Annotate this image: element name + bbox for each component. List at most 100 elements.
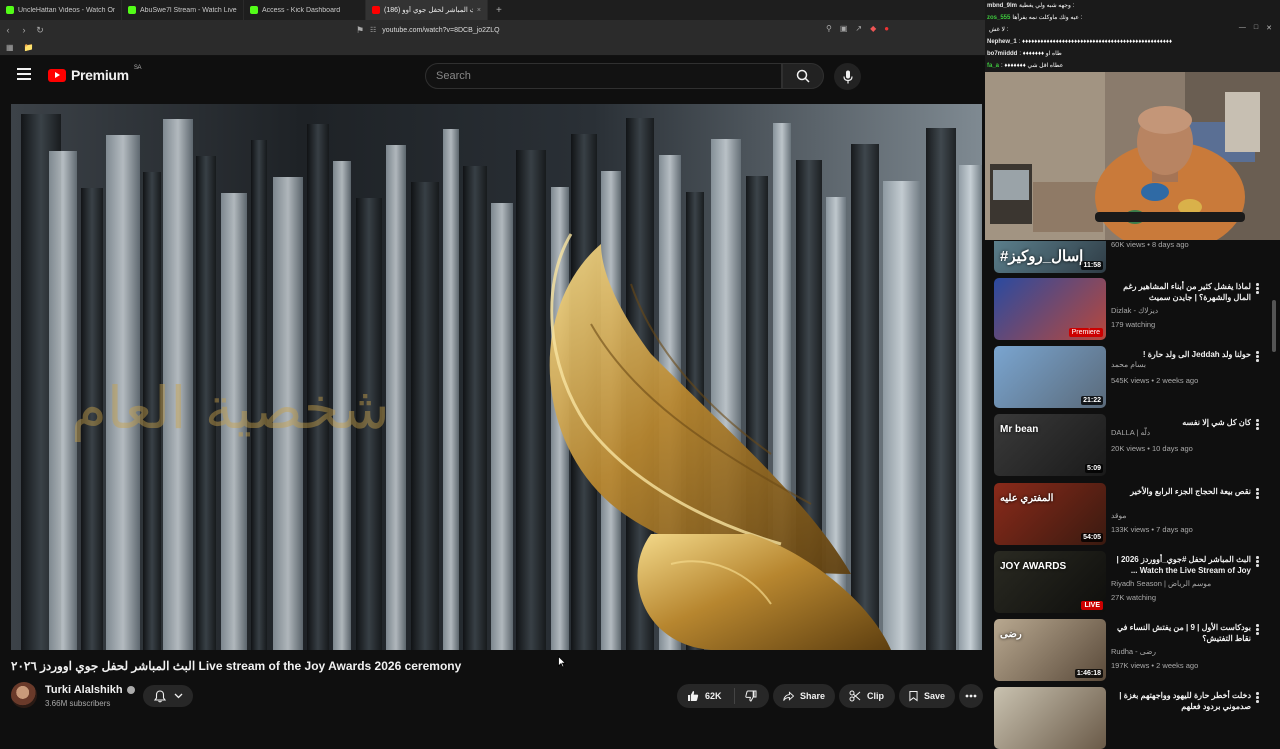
maximize-icon[interactable]: □	[1254, 24, 1258, 36]
url-text: youtube.com/watch?v=8DCB_jo2ZLQ	[382, 26, 500, 34]
youtube-play-icon	[48, 68, 66, 82]
video-thumbnail[interactable]: #إسال_روكيز 11:58	[994, 241, 1106, 273]
apps-icon[interactable]: ▦	[6, 43, 14, 52]
video-thumbnail[interactable]: رضى 1:46:18	[994, 619, 1106, 681]
site-info-icon[interactable]: ☷	[370, 26, 376, 34]
search-button[interactable]	[782, 63, 824, 89]
chat-username: mbnd_9lm	[987, 3, 1018, 9]
chat-username: Nephew_1	[987, 39, 1017, 45]
channel-link[interactable]: Dizlak - ديزلاك	[1111, 306, 1158, 315]
like-count[interactable]: 62K	[705, 691, 722, 701]
search-input[interactable]: Search	[425, 63, 782, 89]
sidebar-scrollbar[interactable]	[1272, 300, 1276, 352]
reload-icon[interactable]: ↻	[32, 25, 48, 36]
clip-button[interactable]: Clip	[839, 684, 895, 708]
browser-tab[interactable]: (186) البث المباشر لحفل جوي أوو ×	[366, 0, 488, 20]
verified-icon	[126, 686, 135, 694]
like-icon[interactable]	[687, 690, 699, 702]
close-window-icon[interactable]: ✕	[1266, 24, 1272, 36]
window-controls: — □ ✕	[1130, 24, 1280, 36]
duration-badge: 5:09	[1084, 464, 1103, 473]
channel-link[interactable]: موقد	[1111, 511, 1126, 520]
channel-link[interactable]: DALLA | دلّه	[1111, 428, 1150, 437]
video-title: البث المباشر لحفل جوي اووردز ٢٠٢٦ Live s…	[11, 659, 462, 673]
recommended-video[interactable]: المفتري عليه 54:05 نقص بيعة الحجاج الجزء ا…	[994, 483, 1272, 545]
shield-extension-icon[interactable]: ◆	[870, 24, 876, 33]
zoom-icon[interactable]: ⚲	[826, 24, 832, 33]
video-thumbnail[interactable]: JOY AWARDS LIVE	[994, 551, 1106, 613]
voice-search-button[interactable]	[834, 63, 861, 90]
duration-badge: 1:46:18	[1074, 669, 1103, 678]
channel-link[interactable]: Riyadh Season | موسم الرياض	[1111, 579, 1211, 588]
recommended-video[interactable]: JOY AWARDS LIVE البث المباشر لحفل #جوي_أوو…	[994, 551, 1272, 613]
video-options-icon[interactable]	[1256, 624, 1259, 636]
video-title-link[interactable]: كان كل شي إلا نفسه	[1111, 417, 1251, 428]
clip-label: Clip	[867, 691, 884, 701]
extension-badge-icon[interactable]: ●	[884, 24, 889, 33]
recommended-video[interactable]: 21:22 حولنا ولد Jeddah الى ولد حارة ! بسام…	[994, 346, 1272, 408]
video-title-link[interactable]: بودكاست الأول | 9 | من يفتش النساء في نق…	[1111, 622, 1251, 644]
subscriber-count: 3.66M subscribers	[45, 699, 111, 708]
browser-tab[interactable]: UncleHattan Videos - Watch On	[0, 0, 122, 20]
bookmark-icon[interactable]: ⚑	[352, 25, 368, 36]
chat-username: bo7miiddd	[987, 51, 1018, 57]
recommended-video[interactable]: رضى 1:46:18 بودكاست الأول | 9 | من يفتش ال…	[994, 619, 1272, 681]
share-page-icon[interactable]: ↗	[855, 24, 862, 33]
video-meta: 179 watching	[1111, 320, 1156, 329]
close-tab-icon[interactable]: ×	[477, 7, 481, 14]
webcam-scene	[985, 72, 1280, 240]
recommended-video[interactable]: Mr bean 5:09 كان كل شي إلا نفسه DALLA | دلّ…	[994, 414, 1272, 476]
video-options-icon[interactable]	[1256, 692, 1259, 704]
stage-pillar	[959, 165, 982, 650]
hamburger-menu-icon[interactable]	[17, 68, 31, 80]
video-title-link[interactable]: حولنا ولد Jeddah الى ولد حارة !	[1111, 349, 1251, 360]
video-options-icon[interactable]	[1256, 488, 1259, 500]
scissors-icon	[849, 690, 861, 702]
video-thumbnail[interactable]	[994, 687, 1106, 749]
dislike-icon[interactable]	[744, 690, 757, 702]
stream-chat-overlay: mbnd_9lm وجهه شبه ولي يغطية : zos_555 عيه و…	[985, 0, 1280, 72]
new-tab-button[interactable]: +	[488, 5, 510, 16]
video-thumbnail[interactable]: Mr bean 5:09	[994, 414, 1106, 476]
forward-icon[interactable]: ›	[16, 25, 32, 35]
duration-badge: 21:22	[1081, 396, 1103, 405]
video-thumbnail[interactable]: المفتري عليه 54:05	[994, 483, 1106, 545]
channel-avatar[interactable]	[11, 682, 37, 708]
channel-name[interactable]: Turki Alalshikh	[45, 684, 135, 696]
video-title-link[interactable]: نقص بيعة الحجاج الجزء الرابع والأخير	[1111, 486, 1251, 497]
channel-link[interactable]: Rudha - رضى	[1111, 647, 1156, 656]
back-icon[interactable]: ‹	[0, 25, 16, 35]
youtube-premium-logo[interactable]: Premium SA	[48, 65, 142, 83]
streamer-webcam	[985, 72, 1280, 240]
recommended-video[interactable]: #إسال_روكيز 11:58 60K views • 8 days ago	[994, 240, 1272, 273]
video-player[interactable]: شخصية العام	[11, 104, 982, 650]
cast-icon[interactable]: ▣	[840, 24, 848, 33]
more-actions-button[interactable]	[959, 684, 983, 708]
video-thumbnail[interactable]: 21:22	[994, 346, 1106, 408]
notification-bell-button[interactable]	[143, 685, 193, 707]
share-button[interactable]: Share	[773, 684, 835, 708]
recommended-video[interactable]: دخلت أخطر حارة لليهود وواجهتهم بغزة | صد…	[994, 687, 1272, 749]
video-options-icon[interactable]	[1256, 351, 1259, 363]
video-options-icon[interactable]	[1256, 283, 1259, 295]
chat-text: وجهه شبه ولي يغطية :	[1019, 3, 1075, 9]
video-thumbnail[interactable]: Premiere	[994, 278, 1106, 340]
recommended-video[interactable]: Premiere لماذا يفشل كثير من أبناء المشاهي…	[994, 278, 1272, 340]
browser-tab-label: (186) البث المباشر لحفل جوي أوو	[384, 7, 473, 14]
save-button[interactable]: Save	[899, 684, 955, 708]
youtube-header: Premium SA Search	[0, 58, 985, 96]
browser-tab[interactable]: AbuSwe7l Stream - Watch Live o	[122, 0, 244, 20]
video-meta: 133K views • 7 days ago	[1111, 525, 1193, 534]
search-icon	[796, 69, 810, 83]
video-options-icon[interactable]	[1256, 556, 1259, 568]
video-options-icon[interactable]	[1256, 419, 1259, 431]
video-title-link[interactable]: دخلت أخطر حارة لليهود وواجهتهم بغزة | صد…	[1111, 690, 1251, 712]
channel-link[interactable]: بسام محمد	[1111, 360, 1146, 369]
browser-tab[interactable]: Access - Kick Dashboard	[244, 0, 366, 20]
bookmarks-bar: ▦ 📁	[0, 40, 985, 56]
folder-icon[interactable]: 📁	[24, 43, 34, 52]
thumbnail-text: Mr bean	[1000, 424, 1039, 435]
minimize-icon[interactable]: —	[1239, 24, 1246, 36]
video-title-link[interactable]: لماذا يفشل كثير من أبناء المشاهير رغم ال…	[1111, 281, 1251, 303]
video-title-link[interactable]: البث المباشر لحفل #جوي_أووردز 2026 | Wat…	[1111, 554, 1251, 576]
